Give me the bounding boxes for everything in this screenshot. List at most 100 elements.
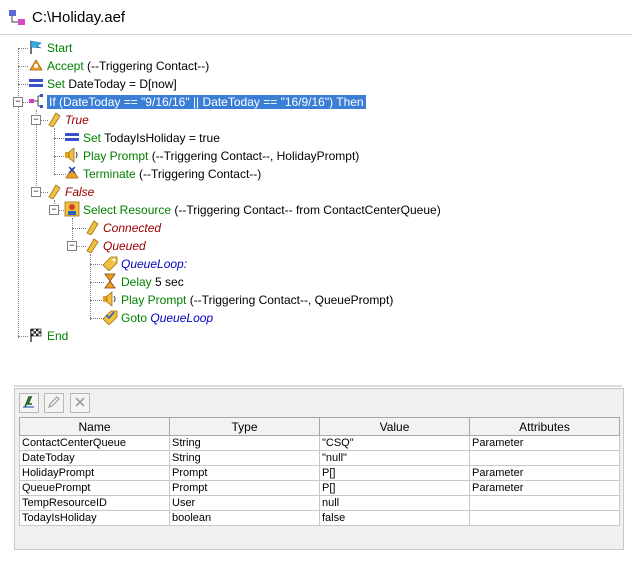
cell-attributes: Parameter xyxy=(469,465,620,481)
title-bar: C:\Holiday.aef xyxy=(0,0,632,35)
goto-icon xyxy=(102,310,118,325)
pencil-icon xyxy=(48,396,61,408)
step-if[interactable]: If (DateToday == "9/16/16" || DateToday … xyxy=(28,93,366,111)
set-icon xyxy=(65,133,79,141)
step-end[interactable]: End xyxy=(28,327,68,345)
if-condition: If (DateToday == "9/16/16" || DateToday … xyxy=(47,95,366,109)
step-start[interactable]: Start xyxy=(28,39,72,57)
cell-value: "null" xyxy=(319,450,470,466)
cell-type: String xyxy=(169,435,320,451)
table-row[interactable]: HolidayPrompt Prompt P[] Parameter xyxy=(19,465,620,481)
cell-value: P[] xyxy=(319,465,470,481)
goto-target: QueueLoop xyxy=(150,311,214,325)
accept-keyword: Accept xyxy=(47,59,84,73)
accept-icon xyxy=(29,59,43,71)
cell-name: TodayIsHoliday xyxy=(19,510,170,526)
branch-false[interactable]: False xyxy=(46,183,94,201)
cell-value: false xyxy=(319,510,470,526)
column-header-name[interactable]: Name xyxy=(19,417,170,436)
column-header-type[interactable]: Type xyxy=(169,417,320,436)
script-tree[interactable]: − − − − − Start Accept (--Triggering Con… xyxy=(0,38,632,383)
branch-queued[interactable]: Queued xyxy=(84,237,146,255)
if-icon xyxy=(29,94,43,108)
collapse-if-toggle[interactable]: − xyxy=(13,97,23,107)
step-play-prompt-queue[interactable]: Play Prompt (--Triggering Contact--, Que… xyxy=(102,291,393,309)
cell-name: QueuePrompt xyxy=(19,480,170,496)
step-delay[interactable]: Delay 5 sec xyxy=(102,273,184,291)
cell-type: Prompt xyxy=(169,465,320,481)
cell-name: ContactCenterQueue xyxy=(19,435,170,451)
accept-args: (--Triggering Contact--) xyxy=(83,59,210,73)
cell-value: null xyxy=(319,495,470,511)
cell-value: "CSQ" xyxy=(319,435,470,451)
select-resource-keyword: Select Resource xyxy=(83,203,172,217)
collapse-false-toggle[interactable]: − xyxy=(31,187,41,197)
play-prompt-keyword: Play Prompt xyxy=(83,149,149,163)
cell-attributes: Parameter xyxy=(469,480,620,496)
end-label: End xyxy=(47,329,69,343)
step-set-todayisholiday[interactable]: Set TodayIsHoliday = true xyxy=(64,129,220,147)
set-expression: TodayIsHoliday = true xyxy=(101,131,220,145)
false-label: False xyxy=(65,185,95,199)
add-variable-button[interactable] xyxy=(19,393,39,413)
delete-variable-button[interactable] xyxy=(69,393,90,413)
workflow-icon xyxy=(9,10,25,25)
cell-attributes xyxy=(469,450,620,466)
variables-toolbar xyxy=(19,393,92,413)
speaker-icon xyxy=(103,291,116,307)
set-icon xyxy=(29,79,43,87)
step-set-datetoday[interactable]: Set DateToday = D[now] xyxy=(28,75,177,93)
collapse-select-toggle[interactable]: − xyxy=(49,205,59,215)
hourglass-icon xyxy=(104,273,116,289)
play-prompt-args: (--Triggering Contact--, HolidayPrompt) xyxy=(148,149,360,163)
panel-splitter[interactable] xyxy=(14,385,622,387)
table-header-row: Name Type Value Attributes xyxy=(19,417,620,436)
column-header-value[interactable]: Value xyxy=(319,417,470,436)
branch-icon xyxy=(86,238,99,253)
start-label: Start xyxy=(47,41,73,55)
terminate-icon xyxy=(65,166,79,179)
variables-panel: Name Type Value Attributes ContactCenter… xyxy=(14,388,624,550)
set-keyword: Set xyxy=(83,131,102,145)
table-row[interactable]: ContactCenterQueue String "CSQ" Paramete… xyxy=(19,435,620,451)
table-row[interactable]: TempResourceID User null xyxy=(19,495,620,511)
end-flag-icon xyxy=(30,328,42,342)
table-row[interactable]: QueuePrompt Prompt P[] Parameter xyxy=(19,480,620,496)
true-label: True xyxy=(65,113,89,127)
queued-label: Queued xyxy=(103,239,146,253)
set-keyword: Set xyxy=(47,77,66,91)
collapse-queued-toggle[interactable]: − xyxy=(67,241,77,251)
edit-variable-button[interactable] xyxy=(44,393,65,413)
branch-icon xyxy=(48,112,61,127)
table-row[interactable]: TodayIsHoliday boolean false xyxy=(19,510,620,526)
delete-icon xyxy=(75,397,85,407)
step-terminate[interactable]: Terminate (--Triggering Contact--) xyxy=(64,165,261,183)
collapse-true-toggle[interactable]: − xyxy=(31,115,41,125)
branch-true[interactable]: True xyxy=(46,111,89,129)
step-accept[interactable]: Accept (--Triggering Contact--) xyxy=(28,57,209,75)
cell-type: User xyxy=(169,495,320,511)
step-select-resource[interactable]: Select Resource (--Triggering Contact-- … xyxy=(64,201,441,219)
cell-type: String xyxy=(169,450,320,466)
label-icon xyxy=(102,256,118,271)
column-header-attributes[interactable]: Attributes xyxy=(469,417,620,436)
add-variable-icon xyxy=(23,396,34,408)
terminate-keyword: Terminate xyxy=(83,167,136,181)
cell-attributes xyxy=(469,495,620,511)
table-row[interactable]: DateToday String "null" xyxy=(19,450,620,466)
branch-connected[interactable]: Connected xyxy=(84,219,161,237)
delay-args: 5 sec xyxy=(151,275,184,289)
window-title: C:\Holiday.aef xyxy=(32,9,126,26)
cell-value: P[] xyxy=(319,480,470,496)
cell-name: TempResourceID xyxy=(19,495,170,511)
variables-table: Name Type Value Attributes ContactCenter… xyxy=(19,417,620,526)
select-resource-icon xyxy=(64,201,80,217)
step-goto[interactable]: Goto QueueLoop xyxy=(102,309,213,327)
terminate-args: (--Triggering Contact--) xyxy=(135,167,262,181)
flag-icon xyxy=(30,40,42,54)
cell-name: DateToday xyxy=(19,450,170,466)
branch-icon xyxy=(86,220,99,235)
step-play-prompt-holiday[interactable]: Play Prompt (--Triggering Contact--, Hol… xyxy=(64,147,359,165)
step-label-queueloop[interactable]: QueueLoop: xyxy=(102,255,187,273)
connected-label: Connected xyxy=(103,221,162,235)
